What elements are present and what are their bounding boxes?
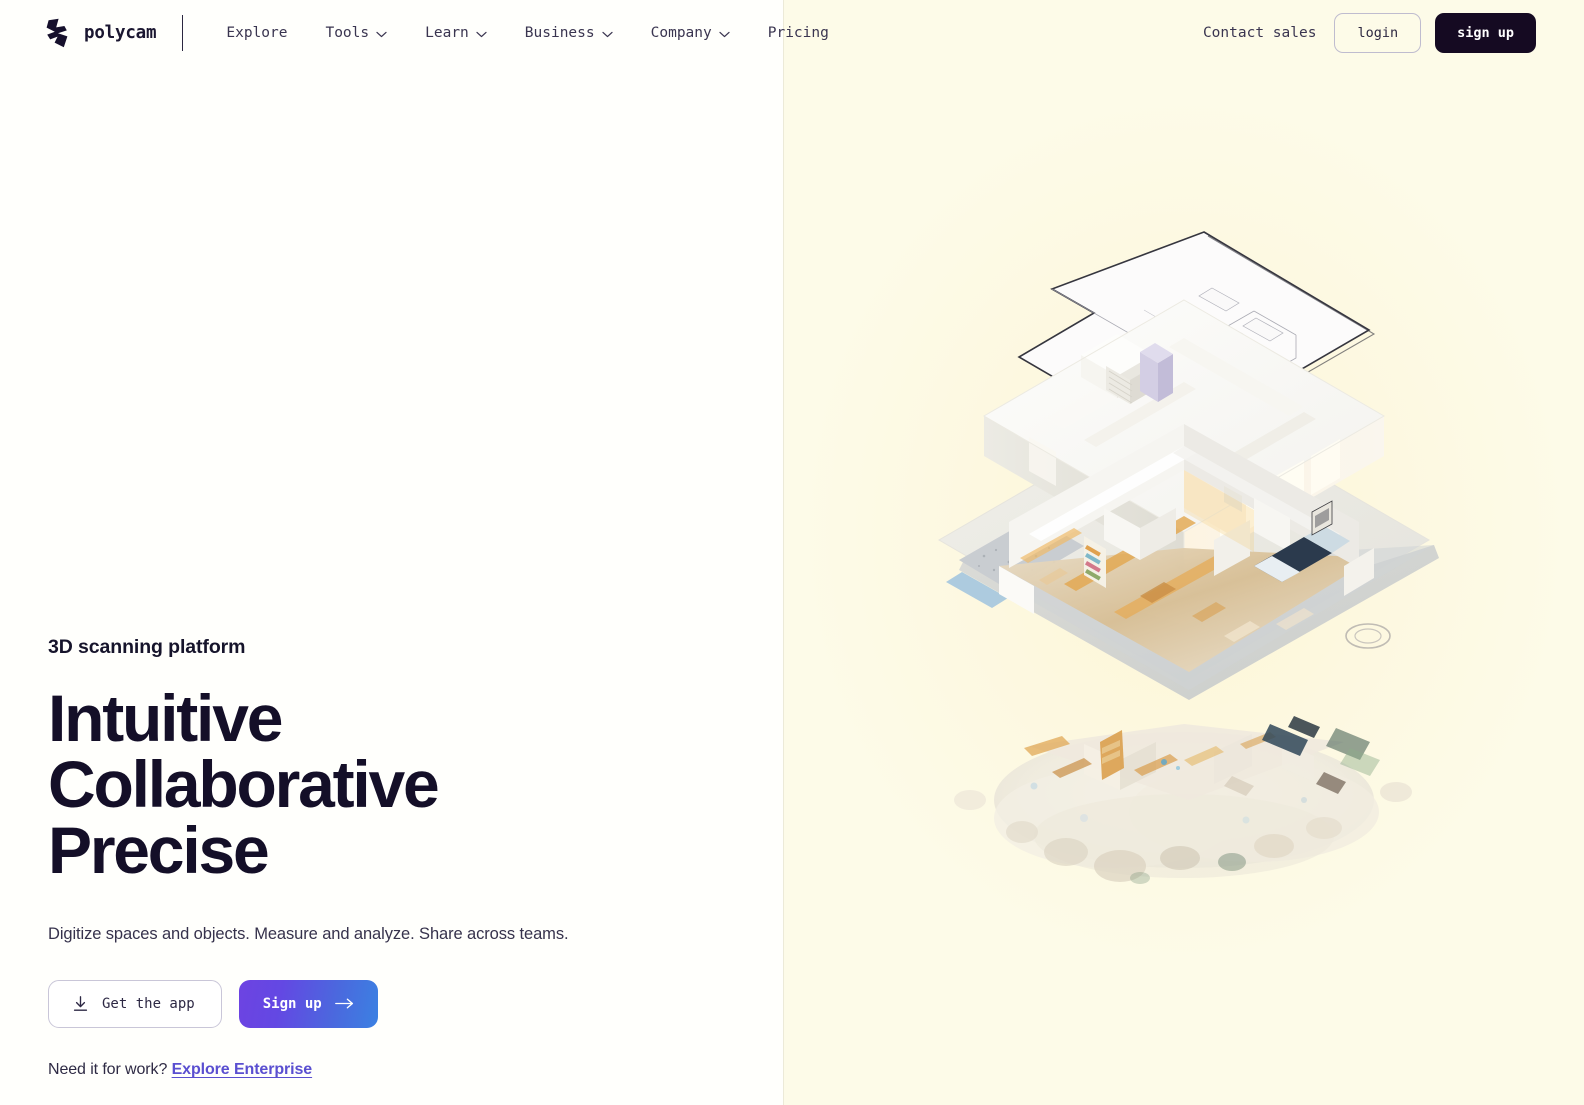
get-the-app-button[interactable]: Get the app	[48, 979, 222, 1028]
login-button[interactable]: login	[1334, 13, 1422, 53]
background-glow	[804, 100, 1564, 961]
nav-links: Explore Tools Learn Business Company Pri…	[207, 17, 847, 49]
brand-name: polycam	[84, 23, 157, 43]
signup-button-nav[interactable]: sign up	[1435, 13, 1536, 53]
nav-item-label: Tools	[325, 25, 370, 41]
contact-sales-link[interactable]: Contact sales	[1199, 17, 1321, 49]
chevron-down-icon	[476, 31, 487, 37]
signup-button-hero[interactable]: Sign up	[238, 979, 378, 1028]
polycam-logo-icon	[46, 18, 68, 48]
nav-item-learn[interactable]: Learn	[406, 17, 506, 49]
nav-left-group: polycam Explore Tools Learn Business Com…	[0, 15, 848, 51]
nav-item-explore[interactable]: Explore	[207, 17, 306, 49]
brand-logo-link[interactable]: polycam	[45, 18, 157, 48]
headline-line-2: Collaborative	[48, 747, 440, 821]
hero-eyebrow: 3D scanning platform	[48, 636, 246, 658]
nav-item-tools[interactable]: Tools	[306, 17, 406, 49]
chevron-down-icon	[376, 31, 387, 37]
explore-enterprise-link[interactable]: Explore Enterprise	[172, 1061, 313, 1078]
landing-page: polycam Explore Tools Learn Business Com…	[0, 0, 1584, 1105]
hero-subhead: Digitize spaces and objects. Measure and…	[48, 925, 569, 943]
download-icon	[73, 996, 88, 1011]
hero-cta-row: Get the app Sign up	[48, 979, 738, 1028]
hero-headline: Intuitive Collaborative Precise	[48, 685, 738, 883]
nav-divider	[182, 15, 184, 51]
nav-item-pricing[interactable]: Pricing	[749, 17, 848, 49]
headline-line-1: Intuitive	[48, 681, 283, 755]
chevron-down-icon	[602, 31, 613, 37]
top-navbar: polycam Explore Tools Learn Business Com…	[0, 0, 1584, 66]
nav-item-label: Explore	[226, 25, 288, 41]
panel-divider	[783, 0, 784, 1105]
nav-item-label: Pricing	[767, 25, 829, 41]
hero-section: 3D scanning platform Intuitive Collabora…	[48, 636, 738, 1079]
arrow-right-icon	[334, 998, 353, 1009]
nav-item-label: Company	[650, 25, 712, 41]
get-the-app-label: Get the app	[102, 995, 195, 1012]
enterprise-prefix: Need it for work?	[48, 1060, 168, 1078]
enterprise-row: Need it for work? Explore Enterprise	[48, 1061, 738, 1079]
signup-hero-label: Sign up	[262, 995, 322, 1012]
headline-line-3: Precise	[48, 813, 270, 887]
nav-item-company[interactable]: Company	[632, 17, 749, 49]
nav-item-label: Business	[524, 25, 595, 41]
nav-item-label: Learn	[425, 25, 469, 41]
nav-item-business[interactable]: Business	[506, 17, 632, 49]
nav-right-group: Contact sales login sign up	[1199, 13, 1584, 53]
right-panel	[784, 0, 1584, 1105]
chevron-down-icon	[719, 31, 730, 37]
